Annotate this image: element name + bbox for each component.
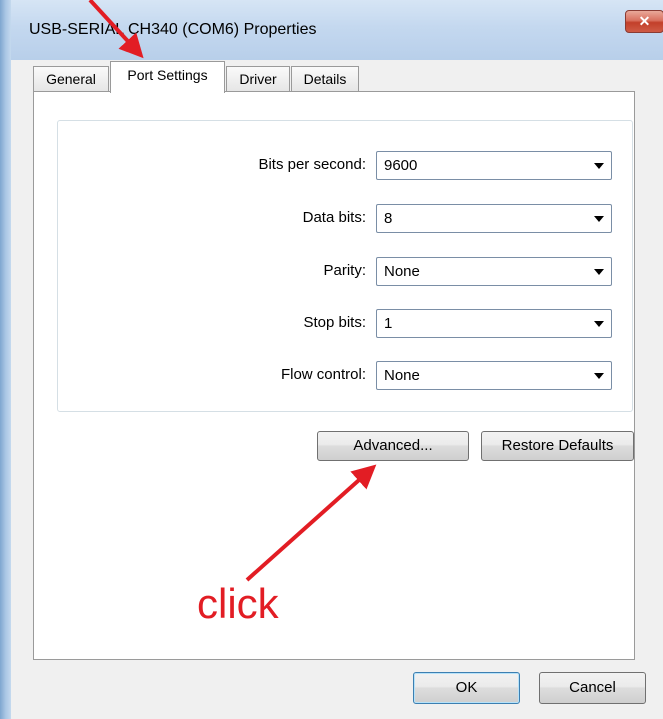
data-bits-select[interactable]: 8 (376, 204, 612, 233)
flow-control-label: Flow control: (280, 366, 366, 383)
annotation-click-label: click (197, 580, 279, 627)
tab-driver[interactable]: Driver (226, 66, 290, 92)
tab-strip: General Port Settings Driver Details (11, 60, 663, 93)
data-bits-value: 8 (384, 210, 393, 227)
chevron-down-icon (594, 269, 604, 275)
bits-per-second-value: 9600 (384, 157, 418, 174)
bits-per-second-label: Bits per second: (258, 156, 366, 173)
advanced-button-label: Advanced... (353, 437, 433, 454)
tab-label: Driver (239, 71, 277, 87)
data-bits-label: Data bits: (302, 209, 366, 226)
restore-defaults-button[interactable]: Restore Defaults (481, 431, 634, 461)
restore-defaults-button-label: Restore Defaults (501, 437, 614, 454)
chevron-down-icon (594, 216, 604, 222)
stop-bits-label: Stop bits: (303, 314, 366, 331)
ok-button-label: OK (455, 679, 478, 696)
ok-button[interactable]: OK (413, 672, 520, 704)
parity-label: Parity: (323, 262, 366, 279)
chevron-down-icon (594, 321, 604, 327)
advanced-button[interactable]: Advanced... (317, 431, 469, 461)
cancel-button-label: Cancel (569, 679, 616, 696)
dialog-client-area: General Port Settings Driver Details Bit… (11, 60, 663, 719)
tab-details[interactable]: Details (291, 66, 359, 92)
cancel-button[interactable]: Cancel (539, 672, 646, 704)
close-button[interactable]: ✕ (625, 10, 663, 33)
stop-bits-value: 1 (384, 315, 393, 332)
tab-label: Port Settings (127, 67, 208, 83)
parity-value: None (384, 263, 420, 280)
title-bar[interactable]: USB-SERIAL CH340 (COM6) Properties ✕ (11, 0, 663, 60)
window-title: USB-SERIAL CH340 (COM6) Properties (29, 21, 317, 38)
chevron-down-icon (594, 163, 604, 169)
close-icon: ✕ (638, 13, 651, 29)
window-frame-left (0, 0, 11, 719)
port-settings-panel: Bits per second: 9600 Data bits: 8 Parit… (33, 91, 635, 660)
chevron-down-icon (594, 373, 604, 379)
settings-group: Bits per second: 9600 Data bits: 8 Parit… (57, 120, 633, 412)
stop-bits-select[interactable]: 1 (376, 309, 612, 338)
tab-label: General (46, 71, 96, 87)
tab-port-settings[interactable]: Port Settings (110, 61, 225, 93)
parity-select[interactable]: None (376, 257, 612, 286)
tab-general[interactable]: General (33, 66, 109, 92)
bits-per-second-select[interactable]: 9600 (376, 151, 612, 180)
flow-control-value: None (384, 367, 420, 384)
flow-control-select[interactable]: None (376, 361, 612, 390)
tab-label: Details (303, 71, 347, 87)
